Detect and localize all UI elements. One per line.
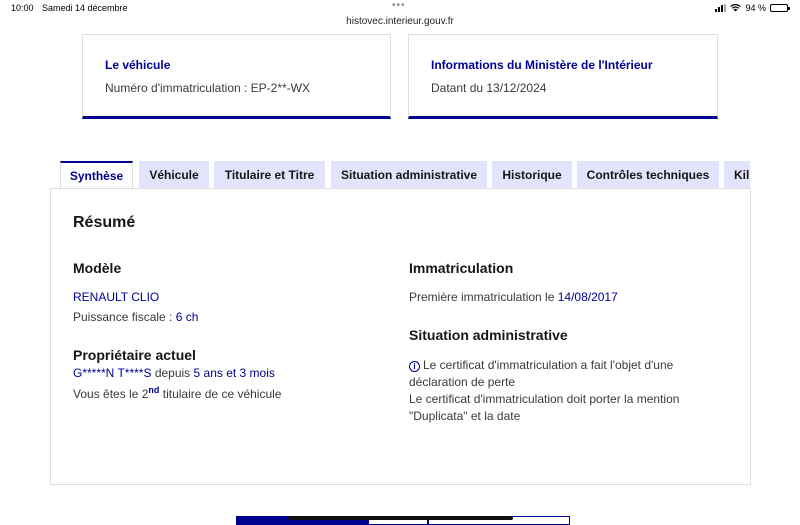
address-bar-url[interactable]: histovec.interieur.gouv.fr: [0, 16, 800, 27]
owner-line: G*****N T****S depuis 5 ans et 3 mois: [73, 365, 275, 382]
owner-since-label: depuis: [151, 366, 194, 380]
ministry-data-date: Datant du 13/12/2024: [431, 81, 547, 95]
owner-rank-suffix: nd: [148, 385, 160, 395]
vehicle-card-title: Le véhicule: [105, 58, 171, 72]
admin-line-1-text: Le certificat d'immatriculation a fait l…: [423, 358, 674, 372]
ministry-card-title: Informations du Ministère de l'Intérieur: [431, 58, 653, 72]
first-registration: Première immatriculation le 14/08/2017: [409, 289, 618, 306]
vehicle-card: Le véhicule Numéro d'immatriculation : E…: [82, 34, 391, 119]
summary-title: Résumé: [73, 214, 136, 231]
fiscal-power-value: 6 ch: [175, 310, 199, 324]
tab-vehicule[interactable]: Véhicule: [139, 161, 209, 189]
fiscal-power: Puissance fiscale : 6 ch: [73, 309, 198, 326]
status-time: 10:00: [11, 3, 34, 13]
tab-controles-techniques[interactable]: Contrôles techniques: [577, 161, 719, 189]
first-registration-date: 14/08/2017: [557, 290, 618, 304]
model-heading: Modèle: [73, 260, 122, 276]
admin-line-4: "Duplicata" et la date: [409, 409, 521, 423]
info-icon: i: [409, 361, 420, 372]
status-indicators: 94 %: [715, 3, 790, 13]
owner-heading: Propriétaire actuel: [73, 347, 196, 363]
tab-historique[interactable]: Historique: [492, 161, 572, 189]
cellular-signal-icon: [715, 4, 727, 12]
owner-rank-rest: titulaire de ce véhicule: [159, 387, 282, 401]
admin-line-2: déclaration de perte: [409, 375, 516, 389]
owner-since-value: 5 ans et 3 mois: [193, 366, 275, 380]
owner-name: G*****N T****S: [73, 366, 152, 380]
tab-situation-administrative[interactable]: Situation administrative: [331, 161, 487, 189]
battery-icon: [770, 4, 790, 12]
browser-menu-dots-icon[interactable]: •••: [392, 0, 406, 11]
status-date: Samedi 14 décembre: [42, 3, 128, 13]
first-registration-label: Première immatriculation le: [409, 290, 558, 304]
tab-bar: Synthèse Véhicule Titulaire et Titre Sit…: [60, 161, 750, 189]
wifi-icon: [730, 4, 742, 12]
model-name: RENAULT CLIO: [73, 290, 160, 304]
ministry-card: Informations du Ministère de l'Intérieur…: [408, 34, 718, 119]
synthese-panel: Résumé Modèle RENAULT CLIO Puissance fis…: [50, 188, 751, 485]
tab-synthese[interactable]: Synthèse: [60, 161, 133, 189]
battery-percent: 94 %: [745, 3, 766, 13]
admin-line-1: i Le certificat d'immatriculation a fait …: [409, 357, 673, 374]
owner-rank: Vous êtes le 2nd titulaire de ce véhicul…: [73, 382, 281, 403]
tab-titulaire-titre[interactable]: Titulaire et Titre: [214, 161, 325, 189]
fiscal-power-label: Puissance fiscale :: [73, 310, 176, 324]
admin-line-3: Le certificat d'immatriculation doit por…: [409, 392, 680, 406]
admin-situation-heading: Situation administrative: [409, 327, 568, 343]
tab-kilometrage[interactable]: Kil: [724, 161, 750, 189]
home-indicator[interactable]: [288, 516, 513, 520]
registration-heading: Immatriculation: [409, 260, 514, 276]
status-bar: 10:00 Samedi 14 décembre ••• histovec.in…: [0, 0, 800, 34]
owner-rank-prefix: Vous êtes le: [73, 387, 142, 401]
vehicle-plate-number: Numéro d'immatriculation : EP-2**-WX: [105, 81, 311, 95]
